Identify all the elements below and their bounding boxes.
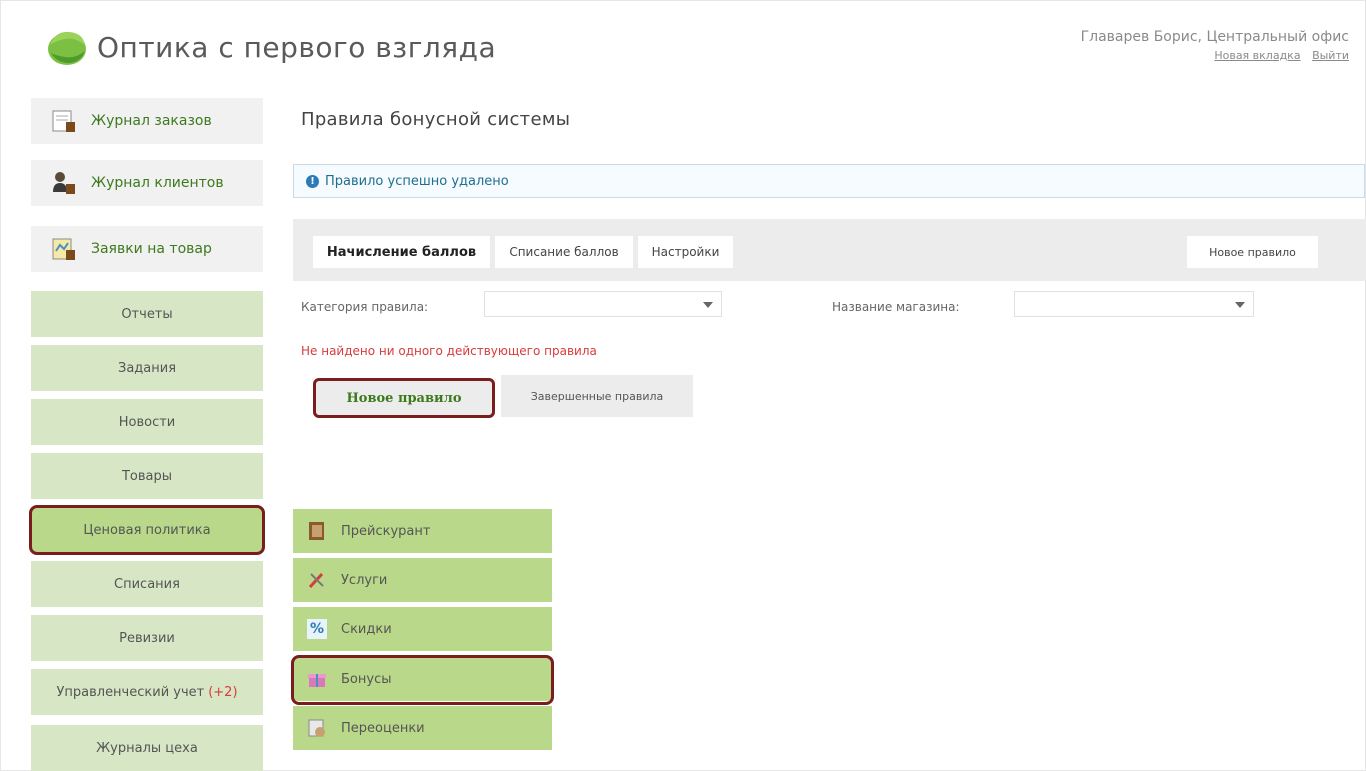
user-links: Новая вкладка Выйти <box>1081 49 1349 62</box>
sidebar-item-label: Новости <box>118 414 176 430</box>
tab-points-redemption[interactable]: Списание баллов <box>495 236 633 268</box>
sidebar-item-management-accounting[interactable]: Управленческий учет (+2) <box>31 669 263 715</box>
requests-icon <box>51 236 77 262</box>
sidebar-item-label: Заявки на товар <box>91 241 212 257</box>
revaluation-icon <box>307 718 327 738</box>
sidebar-item-label: Журнал клиентов <box>91 175 224 191</box>
submenu-item-revaluations[interactable]: Переоценки <box>293 706 552 752</box>
sidebar-item-pricing-policy[interactable]: Ценовая политика <box>29 505 265 555</box>
sidebar-item-workshop-journals[interactable]: Журналы цеха <box>31 725 263 771</box>
new-rule-button[interactable]: Новое правило <box>313 378 495 418</box>
sidebar-item-label: Товары <box>121 468 173 484</box>
empty-rules-message: Не найдено ни одного действующего правил… <box>301 344 597 358</box>
discount-icon: % <box>307 619 327 639</box>
sidebar-item-products[interactable]: Товары <box>31 453 263 499</box>
services-icon <box>307 570 327 590</box>
clients-icon <box>51 170 77 196</box>
user-name: Главарев Борис, Центральный офис <box>1080 29 1349 45</box>
category-label: Категория правила: <box>301 300 429 314</box>
count-badge: (+2) <box>208 684 238 700</box>
submenu-item-label: Бонусы <box>341 671 392 687</box>
category-select[interactable] <box>484 291 722 317</box>
submenu-item-services[interactable]: Услуги <box>293 558 552 604</box>
shop-select[interactable] <box>1014 291 1254 317</box>
shop-label: Название магазина: <box>832 300 960 314</box>
submenu-item-label: Переоценки <box>341 720 425 736</box>
submenu-item-price-list[interactable]: Прейскурант <box>293 509 552 555</box>
journal-icon <box>51 108 77 134</box>
tab-label: Списание баллов <box>509 245 619 259</box>
submenu-item-label: Скидки <box>341 621 392 637</box>
new-tab-link[interactable]: Новая вкладка <box>1214 49 1300 62</box>
sidebar-item-label: Списания <box>114 576 180 592</box>
chevron-down-icon <box>703 302 713 308</box>
sidebar-item-audits[interactable]: Ревизии <box>31 615 263 661</box>
sidebar-item-label: Управленческий учет <box>56 684 205 700</box>
submenu-item-bonuses[interactable]: Бонусы <box>291 655 554 705</box>
info-icon: ! <box>306 174 319 188</box>
logout-link[interactable]: Выйти <box>1312 49 1349 62</box>
logo-icon <box>45 27 89 67</box>
user-block: Главарев Борис, Центральный офис Новая в… <box>1081 29 1349 62</box>
sidebar-item-label: Журнал заказов <box>91 113 212 129</box>
tab-label: Новое правило <box>1209 245 1296 259</box>
tab-settings[interactable]: Настройки <box>638 236 733 268</box>
app-window: Оптика с первого взгляда Главарев Борис,… <box>0 0 1366 771</box>
tab-bar: Начисление баллов Списание баллов Настро… <box>293 219 1366 281</box>
finished-rules-button[interactable]: Завершенные правила <box>501 375 693 417</box>
success-notice: ! Правило успешно удалено <box>293 164 1365 198</box>
price-list-icon <box>307 521 327 541</box>
sidebar-item-news[interactable]: Новости <box>31 399 263 445</box>
sidebar-item-product-requests[interactable]: Заявки на товар <box>31 226 263 272</box>
sidebar-item-reports[interactable]: Отчеты <box>31 291 263 337</box>
sidebar-item-clients-journal[interactable]: Журнал клиентов <box>31 160 263 206</box>
submenu-item-label: Услуги <box>341 572 388 588</box>
sidebar-item-orders-journal[interactable]: Журнал заказов <box>31 98 263 144</box>
sidebar-item-label: Отчеты <box>121 306 173 322</box>
logo[interactable]: Оптика с первого взгляда <box>45 27 496 67</box>
sidebar-item-write-offs[interactable]: Списания <box>31 561 263 607</box>
gift-icon <box>307 669 327 689</box>
sidebar-item-tasks[interactable]: Задания <box>31 345 263 391</box>
tab-label: Настройки <box>651 245 720 259</box>
page-title: Правила бонусной системы <box>301 109 571 130</box>
sidebar-item-label: Ценовая политика <box>83 522 211 538</box>
tab-new-rule[interactable]: Новое правило <box>1187 236 1318 268</box>
tab-label: Начисление баллов <box>326 244 477 260</box>
app-title: Оптика с первого взгляда <box>97 30 497 64</box>
chevron-down-icon <box>1235 302 1245 308</box>
submenu-item-discounts[interactable]: % Скидки <box>293 607 552 653</box>
tab-points-accrual[interactable]: Начисление баллов <box>313 236 490 268</box>
notice-text: Правило успешно удалено <box>325 173 509 189</box>
sidebar-item-label: Журналы цеха <box>96 740 198 756</box>
sidebar-item-label: Ревизии <box>119 630 175 646</box>
submenu-item-label: Прейскурант <box>341 523 431 539</box>
sidebar-item-label: Задания <box>117 360 177 376</box>
